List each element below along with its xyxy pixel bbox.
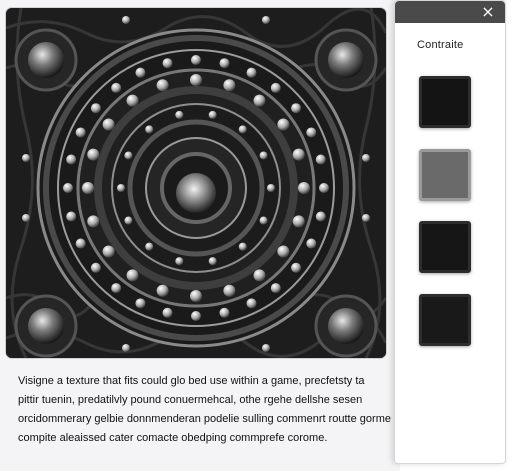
stud: [259, 216, 268, 225]
stud: [292, 215, 305, 228]
stud: [298, 182, 310, 194]
stud: [270, 82, 281, 93]
swatch-2[interactable]: [419, 149, 471, 201]
stud: [124, 216, 133, 225]
stud: [102, 118, 115, 131]
stud: [190, 74, 202, 86]
stud: [135, 298, 146, 309]
stud: [277, 118, 290, 131]
caption-line: pittir tuenin, predatilvly pound conuerm…: [18, 394, 363, 406]
stud: [291, 103, 302, 114]
stud: [315, 154, 326, 165]
stud: [267, 184, 275, 192]
stud: [175, 257, 184, 266]
stud: [162, 307, 173, 318]
stud: [145, 242, 154, 251]
swatch-3[interactable]: [419, 221, 471, 273]
caption-line: Visigne a texture that fits could glo be…: [18, 375, 365, 387]
stud: [208, 257, 217, 266]
stud: [219, 58, 230, 69]
texture-image[interactable]: [6, 8, 386, 358]
stud: [253, 94, 266, 107]
stud: [145, 125, 154, 134]
stud: [223, 284, 236, 297]
stud: [291, 262, 302, 273]
stud: [191, 55, 201, 65]
stud: [246, 298, 257, 309]
swatch-1[interactable]: [419, 76, 471, 128]
stud: [111, 82, 122, 93]
stud: [75, 238, 86, 249]
caption-line: compite aleaissed cater comacte obedping…: [18, 432, 328, 444]
stud: [82, 182, 94, 194]
stud: [102, 245, 115, 258]
stud: [319, 183, 329, 193]
stud: [90, 103, 101, 114]
stud: [246, 67, 257, 78]
panel-title: Contraite: [417, 39, 464, 51]
stud: [156, 79, 169, 92]
stud: [306, 238, 317, 249]
panel-header: ×: [395, 1, 505, 23]
stud: [66, 154, 77, 165]
stud: [126, 269, 139, 282]
close-icon[interactable]: ×: [479, 3, 497, 21]
stud: [90, 262, 101, 273]
stud: [75, 127, 86, 138]
contrast-panel: × Contraite: [394, 0, 506, 464]
stud: [63, 183, 73, 193]
stud: [191, 311, 201, 321]
stud: [253, 269, 266, 282]
stud: [87, 148, 100, 161]
stud: [208, 110, 217, 119]
stud: [292, 148, 305, 161]
stud: [126, 94, 139, 107]
main-panel: Visigne a texture that fits could glo be…: [0, 0, 400, 471]
caption-line: orcidommerary gelbie donnmenderan podeli…: [18, 413, 391, 425]
stud: [117, 184, 125, 192]
stud: [111, 283, 122, 294]
stud: [135, 67, 146, 78]
texture-artwork: [6, 8, 386, 358]
stud: [190, 290, 202, 302]
stud: [219, 307, 230, 318]
stud: [238, 242, 247, 251]
stud: [223, 79, 236, 92]
caption: Visigne a texture that fits could glo be…: [18, 372, 396, 448]
stud: [66, 211, 77, 222]
stud: [315, 211, 326, 222]
stud: [124, 151, 133, 160]
stud: [277, 245, 290, 258]
stud: [238, 125, 247, 134]
stud: [259, 151, 268, 160]
swatch-4[interactable]: [419, 294, 471, 346]
stud: [87, 215, 100, 228]
stud: [306, 127, 317, 138]
stud: [162, 58, 173, 69]
stud: [156, 284, 169, 297]
stud: [175, 110, 184, 119]
stud: [270, 283, 281, 294]
